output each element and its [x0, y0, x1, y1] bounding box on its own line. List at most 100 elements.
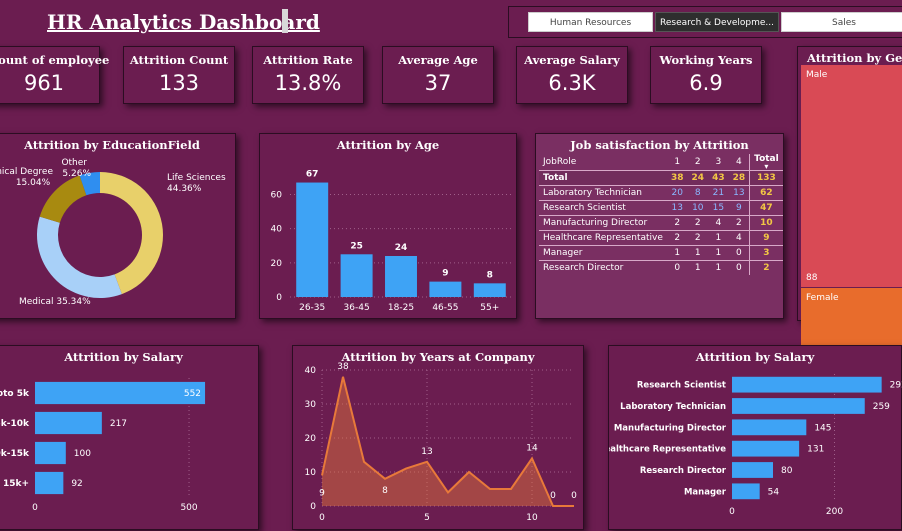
kpi-label: Average Salary	[524, 53, 620, 67]
donut-label: Life Sciences	[167, 173, 226, 183]
cell-value: 2	[749, 260, 783, 275]
cell-value: 2	[687, 230, 709, 246]
cell-value: 3	[715, 157, 722, 167]
x-tick-label: 500	[180, 503, 197, 513]
x-tick-label: 10	[526, 513, 538, 523]
cell-value: 1	[708, 230, 729, 246]
data-label: 552	[184, 389, 201, 399]
data-label: 67	[306, 170, 319, 180]
y-tick-label: Manufacturing Director	[614, 423, 727, 433]
kpi-value: 13.8%	[274, 71, 342, 95]
cell-value: 47	[749, 200, 783, 216]
salary-role-card: Attrition by Salary 0 200 Research Scienti…	[608, 345, 902, 530]
x-tick-label: 5	[424, 513, 430, 523]
x-tick-label: 26-35	[299, 303, 325, 313]
data-label: 0	[550, 491, 556, 501]
row-label: Manager	[539, 245, 667, 261]
data-label: 8	[382, 486, 388, 496]
kpi-value: 37	[424, 71, 452, 95]
kpi-card-employee-count: Count of employee 961	[0, 46, 109, 104]
bar	[473, 283, 506, 297]
data-label: 38	[337, 362, 349, 372]
donut-slice-life-sciences	[100, 172, 164, 295]
kpi-card-working-years: Working Years 6.9	[650, 46, 762, 104]
cell-value: 2	[667, 215, 688, 231]
cell-value: 2	[694, 157, 701, 167]
treemap-label: Female	[806, 293, 839, 303]
total-row: Total 38 24 43 28 133	[539, 170, 783, 186]
y-tick-label: Upto 5k	[0, 389, 30, 399]
matrix-row: Research Director 0 1 1 0 2	[539, 260, 783, 275]
age-bar-chart: 0 20 40 60 67 26-35 25 36-45 24 18-25 9 46-55 8 55+	[271, 170, 512, 313]
y-tick-label: 20	[271, 259, 283, 269]
data-label: 9	[319, 488, 325, 498]
x-tick-label: 46-55	[432, 303, 458, 313]
cell-value: 1	[687, 260, 709, 275]
slicer-research-development[interactable]: Research & Developme...	[655, 12, 779, 32]
education-donut-chart: Life Sciences44.36% Medical 35.34% Technic…	[0, 158, 226, 307]
treemap-tile-male[interactable]: Male 88	[801, 65, 902, 287]
bar	[732, 419, 807, 436]
gender-treemap-card: Attrition by Gender Male 88 Female 38	[797, 46, 902, 362]
x-tick-label: 0	[319, 513, 325, 523]
y-tick-label: Research Director	[640, 466, 727, 476]
bar	[35, 471, 64, 495]
bar	[35, 411, 102, 435]
matrix-row: Research Scientist 13 10 15 9 47	[539, 200, 783, 216]
years-area-card: Attrition by Years at Company 0 10 20 30 40 0…	[292, 345, 584, 530]
sort-caret-icon[interactable]: ▾	[754, 163, 779, 171]
row-label: Manufacturing Director	[539, 215, 667, 231]
bar	[35, 441, 66, 465]
cell-value: 0	[728, 245, 750, 261]
bar	[732, 398, 865, 414]
data-label: 25	[350, 241, 363, 251]
matrix-row: Manufacturing Director 2 2 4 2 10	[539, 215, 783, 231]
kpi-label: Attrition Count	[129, 53, 229, 67]
bar	[385, 256, 417, 297]
cell-value: 0	[667, 260, 688, 275]
data-label: 292	[890, 381, 902, 391]
title-accent-bar	[282, 9, 288, 33]
donut-label: Technical Degree	[0, 167, 53, 177]
cell-value: 10	[687, 200, 709, 216]
data-label: 24	[395, 243, 408, 253]
age-bar-card: Attrition by Age 0 20 40 60 67 26-35 25 36-45 24…	[259, 133, 517, 319]
education-donut-card: Attrition by EducationField Life Science…	[0, 133, 236, 319]
slicer-human-resources[interactable]: Human Resources	[528, 12, 653, 32]
x-tick-label: 18-25	[388, 303, 414, 313]
x-tick-label: 36-45	[344, 303, 370, 313]
matrix-row: Manager 1 1 1 0 3	[539, 245, 783, 261]
bar	[732, 483, 760, 500]
cell-value: Total ▾	[749, 154, 783, 171]
cell-value: 4	[728, 230, 750, 246]
salary-role-bar-chart: 0 200 Research Scientist 292 Laboratory Tech…	[609, 374, 902, 517]
y-tick-label: Laboratory Technician	[620, 402, 726, 412]
years-area-chart: 0102030400 5 10938813 140 0	[305, 362, 578, 523]
kpi-card-average-salary: Average Salary 6.3K	[516, 46, 628, 104]
kpi-card-attrition-count: Attrition Count 133	[123, 46, 235, 104]
row-label: Research Director	[539, 260, 667, 275]
y-tick-label: 40	[271, 225, 283, 235]
y-tick-label: 15k+	[3, 479, 29, 489]
donut-label: Other	[61, 158, 87, 168]
row-label: Research Scientist	[539, 200, 667, 216]
data-label: 8	[487, 270, 493, 280]
data-label: 0	[571, 491, 577, 501]
job-satisfaction-matrix: JobRole 1 2 3 4 Total ▾ Total 38 24 43 28 133 Laborat…	[539, 154, 783, 275]
y-tick-label: Research Scientist	[637, 381, 726, 391]
bar	[732, 440, 800, 457]
cell-value: 1	[708, 260, 729, 275]
cell-value: 13	[667, 200, 688, 216]
x-tick-label: 0	[729, 507, 735, 517]
bar	[732, 462, 773, 478]
donut-label-pct: 44.36%	[167, 184, 202, 194]
slicer-sales[interactable]: Sales	[781, 12, 902, 32]
data-label: 131	[807, 445, 824, 455]
donut-label-pct: 5.26%	[62, 169, 91, 179]
y-tick-label: Manager	[684, 487, 727, 497]
kpi-value: 961	[23, 71, 65, 95]
chart-title: Attrition by Gender	[807, 51, 902, 65]
kpi-value: 133	[158, 71, 200, 95]
chart-title: Job satisfaction by Attrition	[570, 138, 749, 152]
row-label: Healthcare Representative	[539, 230, 667, 246]
